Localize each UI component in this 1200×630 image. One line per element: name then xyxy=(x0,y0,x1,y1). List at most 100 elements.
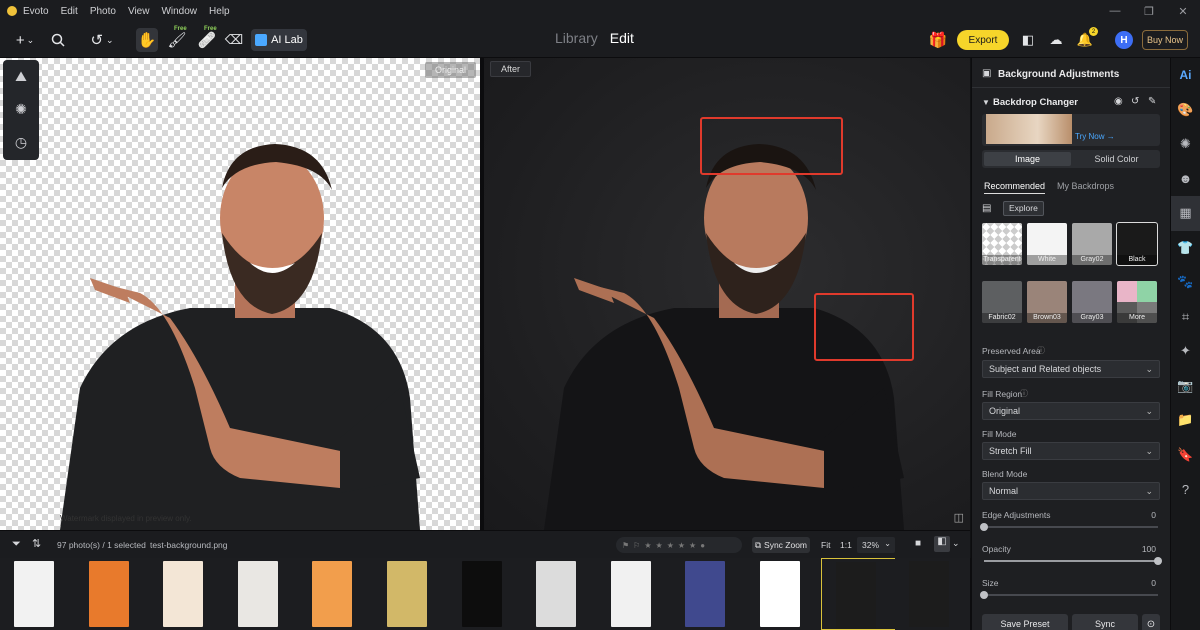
tab-solid-color[interactable]: Solid Color xyxy=(1073,150,1160,168)
backdrop-transparent[interactable]: Transparent xyxy=(982,223,1022,265)
filmstrip-thumbnail[interactable] xyxy=(223,558,300,630)
promo-banner[interactable]: Try Now → xyxy=(982,114,1160,146)
blend-mode-select[interactable]: Normal ⌄ xyxy=(982,482,1160,500)
star-icon[interactable]: ★ xyxy=(689,541,696,550)
fit-button[interactable]: Fit xyxy=(821,540,830,550)
eraser-icon[interactable]: ⌫ xyxy=(224,28,244,52)
sync-settings-icon[interactable]: ⊙ xyxy=(1142,614,1160,630)
app-name[interactable]: Evoto xyxy=(23,6,49,17)
fill-region-select[interactable]: Original ⌄ xyxy=(982,402,1160,420)
tab-image[interactable]: Image xyxy=(984,152,1071,166)
hand-tool-icon[interactable]: ✋ xyxy=(136,28,158,52)
star-icon[interactable]: ★ xyxy=(656,541,663,550)
camera-icon[interactable]: 📷 xyxy=(1171,369,1200,404)
portrait-tool-icon[interactable]: ⛰ xyxy=(3,60,39,93)
after-canvas[interactable]: After ◫ xyxy=(484,58,970,530)
filmstrip-thumbnail[interactable] xyxy=(895,558,972,630)
compare-icon[interactable]: ◧ xyxy=(1018,28,1038,52)
avatar[interactable]: H xyxy=(1115,31,1133,49)
slider-knob[interactable] xyxy=(1154,557,1162,565)
filmstrip-thumbnail[interactable] xyxy=(373,558,449,630)
explore-button[interactable]: Explore xyxy=(1003,201,1044,216)
backdrop-fabric02[interactable]: Fabric02 xyxy=(982,281,1022,323)
filmstrip-thumbnail[interactable] xyxy=(522,558,599,630)
sort-icon[interactable]: ⇅ xyxy=(32,537,41,550)
texture-icon[interactable]: ✺ xyxy=(1171,127,1200,162)
reject-flag-icon[interactable]: ⚐ xyxy=(633,541,640,550)
color-palette-icon[interactable]: 🎨 xyxy=(1171,93,1200,128)
face-shape-icon[interactable]: ☻ xyxy=(1171,162,1200,197)
help-icon[interactable]: ? xyxy=(1171,472,1200,507)
star-icon[interactable]: ★ xyxy=(667,541,674,550)
filmstrip-thumbnail[interactable] xyxy=(149,558,226,630)
caret-down-icon[interactable]: ▼ xyxy=(982,98,990,107)
gift-icon[interactable]: 🎁 xyxy=(928,28,948,52)
menu-edit[interactable]: Edit xyxy=(61,6,78,17)
cloud-icon[interactable]: ☁ xyxy=(1046,28,1066,52)
history-icon[interactable]: ◷ xyxy=(3,126,39,159)
clothing-icon[interactable]: 👕 xyxy=(1171,231,1200,266)
pet-icon[interactable]: 🐾 xyxy=(1171,265,1200,300)
menu-view[interactable]: View xyxy=(128,6,150,17)
one-to-one-button[interactable]: 1:1 xyxy=(840,540,852,550)
filmstrip-thumbnail[interactable] xyxy=(596,558,673,630)
compare-view-icon[interactable]: ◧ xyxy=(934,536,950,552)
sync-button[interactable]: Sync xyxy=(1072,614,1138,630)
filmstrip-thumbnail[interactable] xyxy=(746,558,822,630)
save-preset-button[interactable]: Save Preset xyxy=(982,614,1068,630)
patch-tool-icon[interactable]: Free 🩹 xyxy=(196,26,218,52)
edge-adjustments-slider[interactable] xyxy=(980,523,1158,531)
ai-lab-button[interactable]: AI Lab xyxy=(251,29,307,51)
tab-edit[interactable]: Edit xyxy=(610,30,634,46)
backdrop-gray02[interactable]: Gray02 xyxy=(1072,223,1112,265)
zoom-select[interactable]: 32% ⌄ xyxy=(857,537,895,553)
bookmark-icon[interactable]: 🔖 xyxy=(1171,438,1200,473)
add-icon[interactable]: + ⌄ xyxy=(10,28,40,52)
search-icon[interactable] xyxy=(48,28,68,52)
close-icon[interactable]: ✕ xyxy=(1166,0,1200,22)
backdrop-white[interactable]: White xyxy=(1027,223,1067,265)
slider-knob[interactable] xyxy=(980,523,988,531)
filmstrip-thumbnail[interactable] xyxy=(447,558,524,630)
buy-now-button[interactable]: Buy Now xyxy=(1142,30,1188,50)
chevron-down-icon[interactable]: ⌄ xyxy=(952,538,960,549)
tab-library[interactable]: Library xyxy=(555,30,598,46)
flag-icon[interactable]: ⚑ xyxy=(622,541,629,550)
try-now-link[interactable]: Try Now → xyxy=(1075,132,1115,141)
opacity-slider[interactable] xyxy=(984,557,1162,565)
slider-knob[interactable] xyxy=(980,591,988,599)
filmstrip-thumbnail[interactable] xyxy=(820,558,897,630)
filmstrip-thumbnail[interactable] xyxy=(298,558,375,630)
color-label-icon[interactable]: ● xyxy=(700,541,705,550)
star-icon[interactable]: ★ xyxy=(678,541,685,550)
preserved-area-select[interactable]: Subject and Related objects ⌄ xyxy=(982,360,1160,378)
backdrop-more[interactable]: More xyxy=(1117,281,1157,323)
backdrop-gray03[interactable]: Gray03 xyxy=(1072,281,1112,323)
menu-help[interactable]: Help xyxy=(209,6,230,17)
split-view-icon[interactable]: ◫ xyxy=(954,511,964,524)
minimize-icon[interactable]: — xyxy=(1098,0,1132,22)
filter-icon[interactable]: ⏷ xyxy=(12,538,21,551)
ai-tools-icon[interactable]: Ai xyxy=(1171,58,1200,93)
original-canvas[interactable]: Original xyxy=(0,58,480,530)
maximize-icon[interactable]: ❐ xyxy=(1132,0,1166,22)
texture-tool-icon[interactable]: ✺ xyxy=(3,93,39,126)
retouch-brush-icon[interactable]: Free 🖌 xyxy=(166,26,188,52)
tab-my-backdrops[interactable]: My Backdrops xyxy=(1057,181,1114,191)
single-view-icon[interactable]: ■ xyxy=(915,538,921,549)
filmstrip-thumbnail[interactable] xyxy=(0,558,76,630)
sync-zoom-button[interactable]: ⧉ Sync Zoom xyxy=(752,537,810,553)
crop-icon[interactable]: ⌗ xyxy=(1171,300,1200,335)
undo-icon[interactable]: ↺ ⌄ xyxy=(86,28,118,52)
info-icon[interactable]: ⓘ xyxy=(1037,345,1045,356)
menu-window[interactable]: Window xyxy=(161,6,197,17)
sticker-icon[interactable]: ✦ xyxy=(1171,334,1200,369)
background-tool-icon[interactable]: ▦ xyxy=(1171,196,1200,231)
folder-icon[interactable]: 📁 xyxy=(1171,403,1200,438)
star-icon[interactable]: ★ xyxy=(644,541,651,550)
edit-icon[interactable]: ✎ xyxy=(1148,96,1156,107)
backdrop-black[interactable]: Black xyxy=(1116,222,1158,266)
menu-photo[interactable]: Photo xyxy=(90,6,116,17)
backdrop-brown03[interactable]: Brown03 xyxy=(1027,281,1067,323)
export-button[interactable]: Export xyxy=(957,30,1009,50)
